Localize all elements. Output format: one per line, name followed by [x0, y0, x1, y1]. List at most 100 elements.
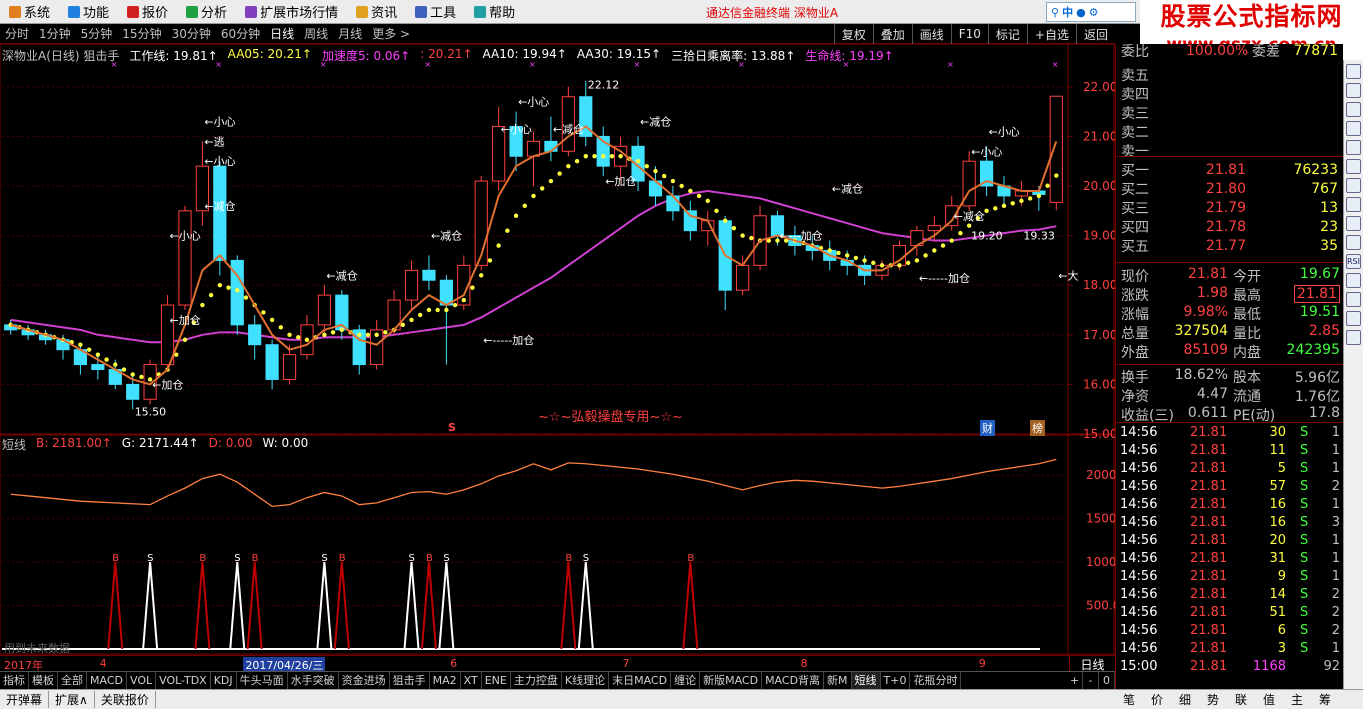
indicator-tab-4[interactable]: VOL — [127, 672, 157, 689]
bottom-button-2[interactable]: 关联报价 — [95, 691, 156, 708]
bars-icon[interactable] — [1346, 235, 1361, 250]
indicator-tab-20[interactable]: 新M — [824, 672, 852, 689]
period-tab-9[interactable]: 更多 > — [367, 25, 415, 42]
indicator-tab-15[interactable]: K线理论 — [562, 672, 610, 689]
candle[interactable] — [195, 141, 210, 226]
menu-item-6[interactable]: 工具 — [406, 0, 465, 24]
f10-icon[interactable] — [1346, 159, 1361, 174]
indicator-tab-3[interactable]: MACD — [87, 672, 127, 689]
candle[interactable] — [492, 106, 506, 191]
tool-button-4[interactable]: 标记 — [987, 24, 1027, 44]
menu-item-7[interactable]: 帮助 — [465, 0, 524, 24]
tool-button-6[interactable]: 返回 — [1075, 24, 1115, 44]
tool-button-0[interactable]: 复权 — [833, 24, 873, 44]
right-tab-7[interactable]: 筹 — [1311, 690, 1339, 709]
candle[interactable] — [997, 176, 1011, 206]
indicator-tab-7[interactable]: 牛头马面 — [237, 672, 288, 689]
indicator-tab-6[interactable]: KDJ — [211, 672, 237, 689]
candle[interactable] — [265, 339, 279, 390]
candle[interactable] — [352, 324, 366, 375]
indicator-tab-17[interactable]: 缠论 — [671, 672, 701, 689]
period-tab-7[interactable]: 周线 — [299, 25, 333, 42]
finance-mark[interactable]: 财 — [980, 420, 995, 436]
candle[interactable] — [736, 255, 750, 296]
period-tab-2[interactable]: 5分钟 — [76, 25, 118, 42]
chart-icon[interactable] — [1346, 83, 1361, 98]
indicator-tab-0[interactable]: 指标 — [0, 672, 29, 689]
minimize-icon[interactable] — [1346, 64, 1361, 79]
mic-icon[interactable]: ● — [1076, 6, 1086, 19]
candle[interactable] — [718, 215, 732, 310]
indicator-tab-8[interactable]: 水手突破 — [288, 672, 339, 689]
settings-icon[interactable]: ⚙ — [1089, 6, 1099, 19]
candle[interactable] — [927, 215, 941, 241]
candle[interactable] — [230, 255, 244, 335]
zoom-button-1[interactable]: - — [1083, 672, 1099, 689]
indicator-tab-9[interactable]: 资金进场 — [339, 672, 390, 689]
tool-button-3[interactable]: F10 — [950, 24, 988, 44]
rsi-icon[interactable]: RSI — [1346, 254, 1361, 269]
candle[interactable] — [21, 324, 35, 340]
line-icon[interactable] — [1346, 178, 1361, 193]
tool-button-1[interactable]: 叠加 — [872, 24, 912, 44]
candle[interactable] — [753, 205, 767, 271]
tool-button-5[interactable]: +自选 — [1026, 24, 1076, 44]
gear-icon[interactable] — [1346, 330, 1361, 345]
right-tab-2[interactable]: 细 — [1171, 690, 1199, 709]
period-tab-4[interactable]: 30分钟 — [167, 25, 216, 42]
right-tab-5[interactable]: 值 — [1255, 690, 1283, 709]
menu-item-3[interactable]: 分析 — [177, 0, 236, 24]
indicator-tab-22[interactable]: T+0 — [881, 672, 911, 689]
list-icon[interactable] — [1346, 216, 1361, 231]
zoom-button-0[interactable]: + — [1067, 672, 1083, 689]
indicator-tab-10[interactable]: 狙击手 — [390, 672, 430, 689]
candle[interactable] — [596, 126, 610, 177]
menu-item-5[interactable]: 资讯 — [347, 0, 406, 24]
period-tab-8[interactable]: 月线 — [333, 25, 367, 42]
search-input[interactable]: ⚲ 中 ● ⚙ — [1046, 2, 1136, 22]
arrows-icon[interactable] — [1346, 273, 1361, 288]
chart-area[interactable]: 22.00 21.00 20.00 19.00 18.00 17.00 16.00 15.00… — [0, 44, 1115, 655]
candle[interactable] — [300, 314, 314, 360]
indicator-tab-21[interactable]: 短线 — [851, 672, 881, 689]
lock-icon[interactable] — [1346, 292, 1361, 307]
candle[interactable] — [509, 111, 523, 172]
menu-item-0[interactable]: 系统 — [0, 0, 59, 24]
indicator-tab-19[interactable]: MACD背离 — [762, 672, 825, 689]
indicator-tab-2[interactable]: 全部 — [58, 672, 87, 689]
bottom-button-1[interactable]: 扩展∧ — [49, 691, 95, 708]
candle[interactable] — [561, 86, 575, 157]
candle[interactable] — [335, 290, 349, 340]
candle[interactable] — [683, 200, 697, 241]
indicator-tab-5[interactable]: VOL-TDX — [156, 672, 211, 689]
bar-icon[interactable] — [1346, 102, 1361, 117]
candle[interactable] — [404, 260, 419, 310]
right-tab-6[interactable]: 主 — [1283, 690, 1311, 709]
stack-icon[interactable] — [1346, 311, 1361, 326]
candle[interactable] — [910, 225, 924, 256]
indicator-tab-16[interactable]: 末日MACD — [609, 672, 672, 689]
menu-item-1[interactable]: 功能 — [59, 0, 118, 24]
indicator-tab-1[interactable]: 模板 — [29, 672, 58, 689]
rank-mark[interactable]: 榜 — [1030, 420, 1045, 436]
candle[interactable] — [91, 354, 105, 380]
right-tab-0[interactable]: 笔 — [1115, 690, 1143, 709]
indicator-tab-13[interactable]: ENE — [482, 672, 511, 689]
tool-button-2[interactable]: 画线 — [911, 24, 951, 44]
period-tab-5[interactable]: 60分钟 — [216, 25, 265, 42]
candle[interactable] — [439, 275, 453, 365]
candle[interactable] — [317, 285, 331, 335]
indicator-tab-23[interactable]: 花瓶分时 — [910, 672, 962, 689]
period-tab-6[interactable]: 日线 — [265, 25, 299, 42]
grid-icon[interactable] — [1346, 140, 1361, 155]
menu-item-4[interactable]: 扩展市场行情 — [236, 0, 347, 24]
indicator-tab-18[interactable]: 新版MACD — [700, 672, 763, 689]
right-tab-1[interactable]: 价 — [1143, 690, 1171, 709]
bottom-button-0[interactable]: 开弹幕 — [0, 691, 50, 708]
fund-icon[interactable] — [1346, 197, 1361, 212]
indicator-tab-14[interactable]: 主力控盘 — [511, 672, 562, 689]
candle[interactable] — [4, 319, 18, 335]
candle[interactable] — [178, 205, 192, 310]
menu-item-2[interactable]: 报价 — [118, 0, 177, 24]
period-tab-3[interactable]: 15分钟 — [117, 25, 166, 42]
